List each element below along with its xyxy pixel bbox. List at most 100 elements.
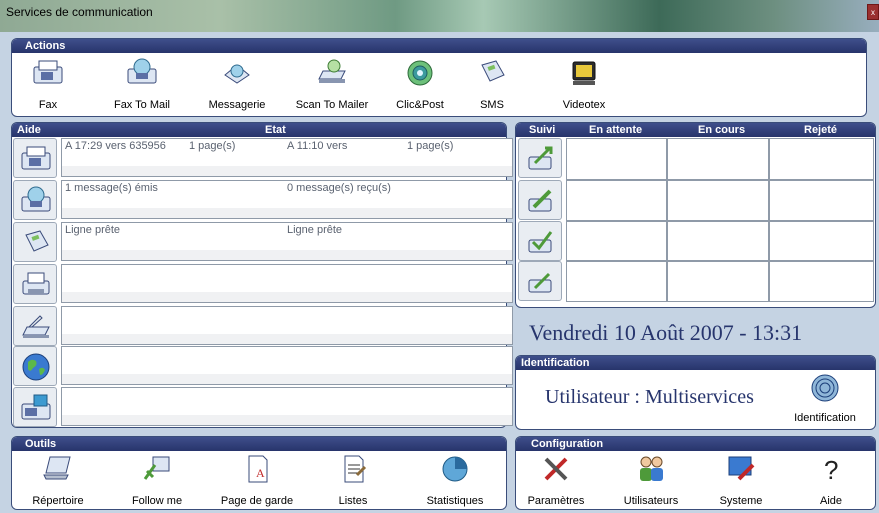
help-icon: ? — [824, 455, 838, 485]
row-globe-button[interactable] — [13, 346, 57, 386]
utilisateurs-button[interactable]: Utilisateurs — [611, 449, 691, 509]
check-icon — [528, 231, 553, 253]
edit-icon — [528, 189, 552, 212]
page-de-garde-button[interactable]: A Page de garde — [212, 449, 302, 509]
state-row-printer — [61, 264, 513, 303]
messagerie-label: Messagerie — [208, 99, 266, 111]
fax-button[interactable]: Fax — [18, 53, 78, 115]
fax-icon — [21, 146, 51, 170]
row-fax-to-mail-button[interactable] — [13, 180, 57, 220]
tools-icon — [544, 457, 568, 481]
state-row-mail-c3: 0 message(s) reçu(s) — [287, 182, 391, 194]
datetime-display: Vendredi 10 Août 2007 - 13:31 — [529, 320, 803, 345]
state-row-sms-c1: Ligne prête — [65, 224, 121, 236]
list-icon — [344, 455, 367, 483]
repertoire-button[interactable]: Répertoire — [18, 449, 98, 509]
close-button[interactable]: x — [867, 4, 879, 20]
globe-icon — [22, 353, 50, 381]
videotex-button[interactable]: Videotex — [549, 53, 619, 115]
window-title: Services de communication — [6, 5, 153, 19]
listes-button[interactable]: Listes — [313, 449, 393, 509]
follow-me-icon — [143, 456, 170, 480]
row-scanner-button[interactable] — [13, 306, 57, 346]
state-row-fax-machine — [61, 387, 513, 426]
identification-button-label: Identification — [794, 412, 856, 424]
fingerprint-icon — [811, 374, 839, 402]
identification-button[interactable]: Identification — [785, 372, 865, 428]
svg-text:?: ? — [824, 455, 838, 485]
listes-label: Listes — [338, 495, 368, 507]
state-row-fax-c4: 1 page(s) — [407, 140, 454, 152]
actions-header: Actions — [12, 39, 866, 53]
state-row-globe — [61, 346, 513, 385]
tracking-cell — [769, 261, 874, 302]
row-fax-button[interactable] — [13, 138, 57, 178]
messagerie-button[interactable]: Messagerie — [197, 53, 277, 115]
row-printer-button[interactable] — [13, 264, 57, 304]
clic-post-button[interactable]: Clic&Post — [380, 53, 460, 115]
videotex-icon — [572, 61, 596, 85]
users-icon — [640, 456, 663, 481]
identification-header: Identification — [516, 356, 875, 370]
tracking-cell — [566, 221, 667, 261]
parametres-button[interactable]: Paramètres — [516, 449, 596, 509]
tracking-cell — [566, 261, 667, 302]
state-row-sms-c3: Ligne prête — [287, 224, 343, 236]
videotex-label: Videotex — [562, 99, 606, 111]
state-row-scanner — [61, 306, 513, 345]
tools-panel: Outils Répertoire Follow me A Page de ga… — [11, 436, 507, 510]
pie-chart-icon — [442, 456, 468, 482]
clic-post-icon — [407, 60, 433, 86]
tracking-cell — [566, 138, 667, 180]
tracking-cell — [667, 138, 769, 180]
mail-icon — [224, 64, 250, 84]
page-de-garde-label: Page de garde — [220, 495, 294, 507]
fax-to-mail-icon — [21, 186, 51, 212]
tracking-header: Suivi En attente En cours Rejeté — [516, 123, 875, 137]
scan-to-mailer-label: Scan To Mailer — [295, 99, 369, 111]
actions-panel: Actions Fax Fax To Mail Messagerie Scan … — [11, 38, 867, 117]
state-row-fax-c1: A 17:29 vers 635956 — [65, 140, 166, 152]
statistiques-label: Statistiques — [426, 495, 484, 507]
configuration-panel: Configuration Paramètres Utilisateurs Sy… — [515, 436, 876, 510]
statistiques-button[interactable]: Statistiques — [410, 449, 500, 509]
scan-to-mailer-button[interactable]: Scan To Mailer — [282, 53, 382, 115]
tracking-row-1-button[interactable] — [518, 138, 562, 178]
fax-to-mail-icon — [127, 58, 157, 84]
state-row-fax-c3: A 11:10 vers — [287, 140, 348, 152]
tracking-cell — [667, 180, 769, 221]
aide-label: Aide — [819, 495, 843, 507]
follow-me-label: Follow me — [131, 495, 183, 507]
fax-to-mail-button[interactable]: Fax To Mail — [97, 53, 187, 115]
utilisateurs-label: Utilisateurs — [623, 495, 679, 507]
scanner-icon — [22, 315, 50, 338]
repertoire-label: Répertoire — [32, 495, 84, 507]
systeme-button[interactable]: Systeme — [701, 449, 781, 509]
printer-icon — [22, 272, 50, 295]
tracking-row-2-button[interactable] — [518, 180, 562, 220]
aide-button[interactable]: ? Aide — [791, 449, 871, 509]
follow-me-button[interactable]: Follow me — [117, 449, 197, 509]
fax-icon — [33, 60, 63, 84]
tracking-cell — [566, 180, 667, 221]
fax-machine-icon — [21, 394, 51, 420]
state-row-mail-c1: 1 message(s) émis — [65, 182, 158, 194]
state-row-fax: A 17:29 vers 635956 1 page(s) A 11:10 ve… — [61, 138, 513, 177]
identification-title: Identification — [521, 357, 590, 369]
row-sms-button[interactable] — [13, 222, 57, 262]
cover-page-icon: A — [248, 455, 268, 483]
in-progress-label: En cours — [698, 124, 746, 136]
systeme-label: Systeme — [719, 495, 763, 507]
sms-icon — [25, 230, 49, 252]
pen-icon — [528, 272, 552, 293]
actions-title: Actions — [25, 40, 66, 52]
tracking-row-4-button[interactable] — [518, 261, 562, 301]
help-header-label: Aide — [17, 124, 41, 136]
sms-button[interactable]: SMS — [462, 53, 522, 115]
system-icon — [728, 456, 755, 481]
row-fax-machine-button[interactable] — [13, 387, 57, 427]
user-text: Utilisateur : Multiservices — [545, 386, 754, 408]
status-header: Aide Etat — [12, 123, 506, 137]
tracking-row-3-button[interactable] — [518, 221, 562, 261]
rejected-label: Rejeté — [804, 124, 838, 136]
